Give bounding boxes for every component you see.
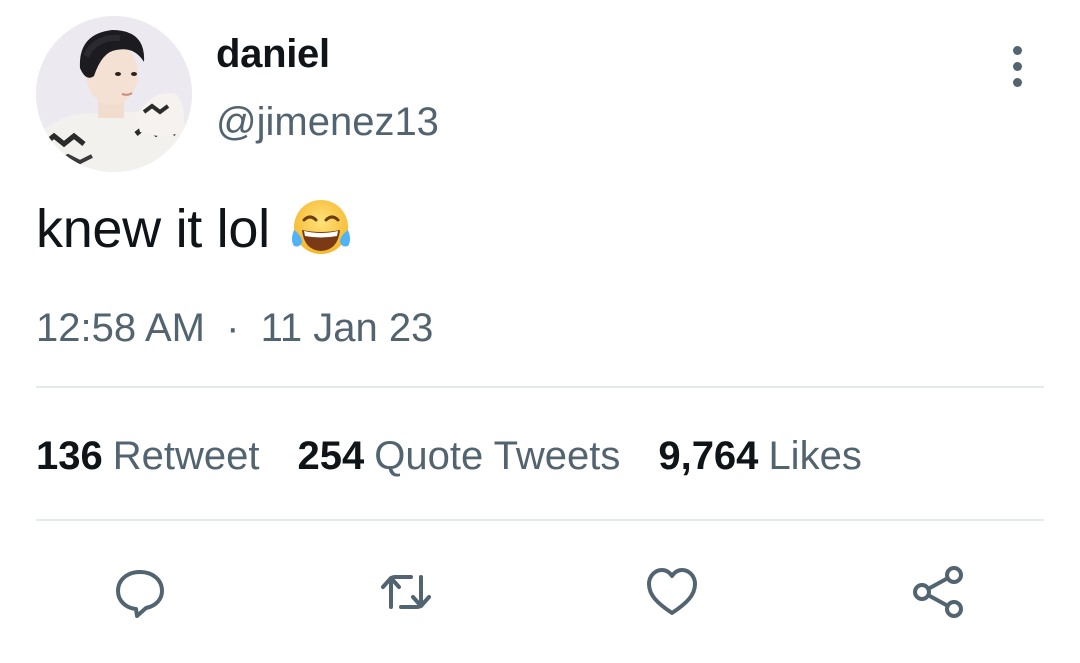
avatar-image [36,16,192,172]
timestamp-separator: · [226,306,240,350]
share-icon[interactable] [908,562,968,622]
author-display-name[interactable]: daniel [216,32,330,77]
author-handle[interactable]: @jimenez13 [216,100,439,145]
retweet-label: Retweet [112,434,260,478]
tweet-time: 12:58 AM [36,306,206,350]
likes-link[interactable]: 9,764 Likes [658,434,862,479]
quote-tweets-count: 254 [297,434,365,478]
retweet-icon[interactable] [376,562,436,622]
quote-tweets-link[interactable]: 254 Quote Tweets [298,434,621,479]
divider-top [36,386,1044,388]
retweet-count: 136 [36,434,103,478]
likes-count: 9,764 [658,434,759,478]
likes-label: Likes [768,434,862,478]
tweet-detail: daniel @jimenez13 knew it lol 12:58 AM ·… [0,0,1080,663]
heart-icon[interactable] [642,562,702,622]
reply-icon[interactable] [110,562,170,622]
tweet-text: knew it lol [36,196,354,262]
quote-tweets-label: Quote Tweets [374,434,621,478]
more-vertical-icon[interactable] [996,42,1038,90]
tweet-stats: 136 Retweet 254 Quote Tweets 9,764 Likes [36,434,900,479]
tweet-timestamp[interactable]: 12:58 AM · 11 Jan 23 [36,306,433,351]
retweet-count-link[interactable]: 136 Retweet [36,434,260,479]
face-with-tears-of-joy-icon [291,200,350,254]
divider-bottom [36,519,1044,521]
avatar[interactable] [36,16,192,172]
tweet-date: 11 Jan 23 [260,306,434,350]
tweet-body: knew it lol [36,199,270,259]
